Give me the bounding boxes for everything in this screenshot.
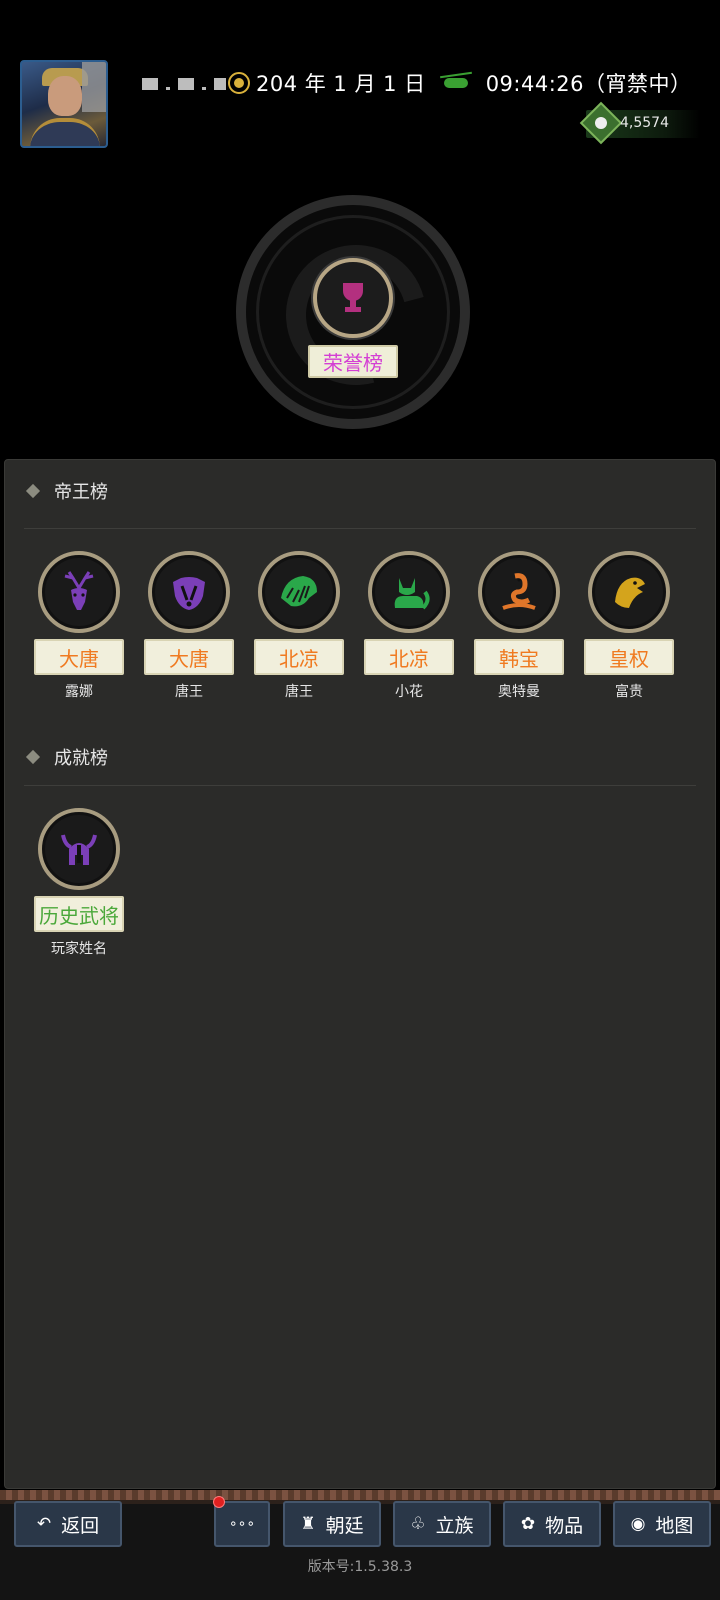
court-button[interactable]: ♜ 朝廷	[283, 1501, 381, 1547]
emperor-rank-item[interactable]: 韩宝 奥特曼	[474, 551, 564, 701]
emperor-rank-header: 帝王榜	[25, 476, 108, 506]
eagle-icon	[615, 577, 645, 608]
divider	[24, 528, 696, 529]
emperor-rank-tag: 韩宝	[474, 639, 564, 675]
emperor-rank-player-name: 小花	[395, 684, 423, 700]
map-icon: ◉	[630, 1514, 646, 1534]
palace-icon: ♜	[300, 1514, 316, 1534]
map-label: 地图	[655, 1514, 694, 1537]
emperor-rank-tag: 皇权	[584, 639, 674, 675]
diamond-icon	[25, 749, 41, 765]
undo-arrow-icon: ↶	[36, 1514, 52, 1534]
date-time-bar: 204 年 1 月 1 日 09:44:26（宵禁中）	[228, 68, 692, 98]
player-name-blurred	[142, 78, 226, 90]
money-bag-icon	[579, 101, 623, 145]
emperor-rank-item[interactable]: 大唐 唐王	[144, 551, 234, 701]
achievement-rank-item[interactable]: 历史武将 玩家姓名	[34, 808, 124, 958]
fox-icon	[394, 578, 430, 610]
emperor-rank-player-name: 奥特曼	[498, 684, 540, 700]
season-sun-icon	[228, 72, 250, 94]
cobra-icon	[502, 573, 536, 610]
clan-button[interactable]: ♧ 立族	[393, 1501, 491, 1547]
clan-icon: ♧	[410, 1514, 426, 1534]
emperor-rank-item[interactable]: 北凉 小花	[364, 551, 454, 701]
achievement-rank-title: 成就榜	[54, 748, 108, 769]
avatar-armor	[30, 118, 100, 146]
emperor-rank-tag: 北凉	[254, 639, 344, 675]
achievement-rank-tag: 历史武将	[34, 896, 124, 932]
back-label: 返回	[61, 1514, 100, 1537]
game-time: 09:44:26（宵禁中）	[485, 72, 692, 96]
items-button[interactable]: ✿ 物品	[503, 1501, 601, 1547]
emperor-rank-tag: 大唐	[34, 639, 124, 675]
badger-icon	[173, 577, 205, 610]
clan-label: 立族	[435, 1514, 474, 1537]
emperor-rank-tag: 北凉	[364, 639, 454, 675]
court-label: 朝廷	[325, 1514, 364, 1537]
emperor-rank-title: 帝王榜	[54, 482, 108, 503]
more-button[interactable]: ∘∘∘	[214, 1501, 270, 1547]
emperor-rank-player-name: 富贵	[615, 684, 643, 700]
pangolin-icon	[281, 576, 317, 607]
emperor-rank-player-name: 唐王	[175, 684, 203, 700]
ant-icon	[443, 78, 468, 88]
emperor-rank-player-name: 露娜	[65, 684, 93, 700]
emperor-rank-emblem[interactable]	[258, 551, 340, 633]
emperor-rank-emblem[interactable]	[148, 551, 230, 633]
viking-helmet-icon	[61, 834, 97, 865]
map-button[interactable]: ◉ 地图	[613, 1501, 711, 1547]
trophy-icon	[340, 283, 366, 313]
player-avatar[interactable]	[20, 60, 108, 148]
diamond-icon	[25, 483, 41, 499]
achievement-rank-header: 成就榜	[25, 742, 108, 772]
honor-trophy-button[interactable]	[313, 258, 393, 338]
back-button[interactable]: ↶ 返回	[14, 1501, 122, 1547]
items-label: 物品	[545, 1514, 584, 1537]
emperor-rank-item[interactable]: 大唐 露娜	[34, 551, 124, 701]
emperor-rank-emblem[interactable]	[368, 551, 450, 633]
honor-board-label[interactable]: 荣誉榜	[308, 345, 398, 378]
emperor-rank-item[interactable]: 皇权 富贵	[584, 551, 674, 701]
avatar-face	[48, 76, 82, 116]
emperor-rank-tag: 大唐	[144, 639, 234, 675]
achievement-rank-emblem[interactable]	[38, 808, 120, 890]
emperor-rank-item[interactable]: 北凉 唐王	[254, 551, 344, 701]
deer-icon	[64, 571, 94, 610]
emperor-rank-emblem[interactable]	[478, 551, 560, 633]
more-label: ∘∘∘	[228, 1516, 256, 1532]
avatar-blur-mask	[82, 62, 106, 112]
divider	[24, 785, 696, 786]
version-label: 版本号:1.5.38.3	[307, 1559, 413, 1575]
notification-dot	[213, 1496, 225, 1508]
emperor-rank-player-name: 唐王	[285, 684, 313, 700]
currency-value: 4,5574	[620, 115, 669, 131]
dragon-items-icon: ✿	[520, 1514, 536, 1534]
game-date: 204 年 1 月 1 日	[256, 72, 426, 96]
emperor-rank-emblem[interactable]	[588, 551, 670, 633]
emperor-rank-emblem[interactable]	[38, 551, 120, 633]
achievement-rank-player-name: 玩家姓名	[51, 941, 107, 957]
currency-display[interactable]: 4,5574	[579, 101, 700, 145]
